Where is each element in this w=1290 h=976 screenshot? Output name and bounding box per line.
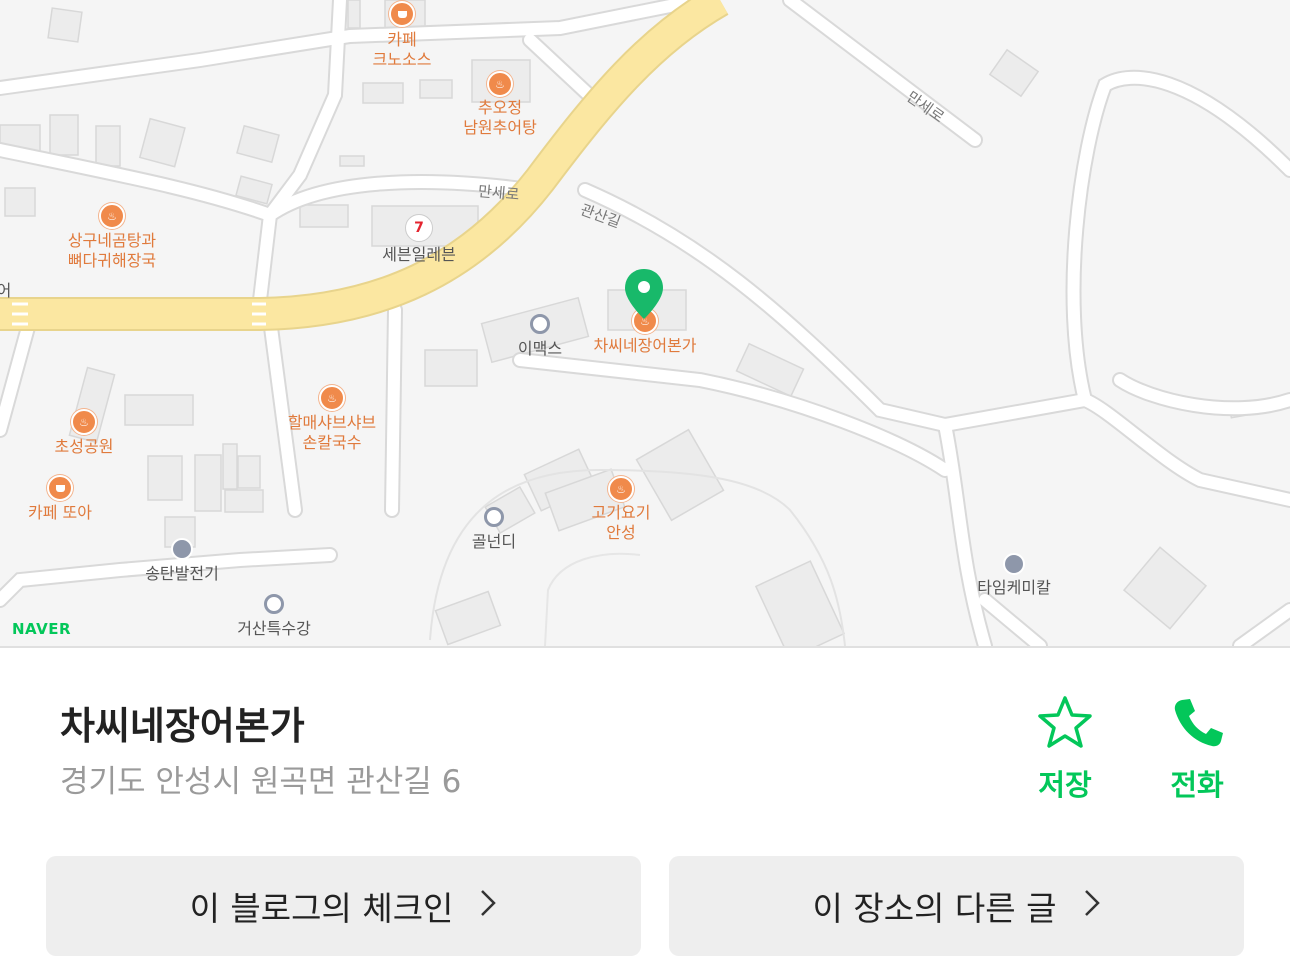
chevron-right-icon — [1083, 887, 1101, 926]
poi-label[interactable]: 초성공원 — [55, 437, 114, 457]
place-icon[interactable] — [484, 507, 504, 527]
road-label-manse-2: 만세로 — [477, 182, 521, 204]
star-icon — [1038, 696, 1092, 748]
other-posts-label: 이 장소의 다른 글 — [812, 889, 1057, 928]
place-icon[interactable] — [530, 314, 550, 334]
poi-label[interactable]: 고기요기 안성 — [592, 503, 651, 543]
blog-checkin-label: 이 블로그의 체크인 — [189, 889, 454, 928]
poi-label[interactable]: 거산특수강 — [237, 619, 311, 639]
convenience-store-icon[interactable]: 7 — [405, 214, 433, 242]
poi-label[interactable]: 상구네곰탕과 뼈다귀해장국 — [68, 231, 156, 271]
poi-label[interactable]: 송탄발전기 — [145, 564, 219, 584]
restaurant-icon[interactable]: ♨ — [71, 409, 97, 435]
save-label: 저장 — [1038, 768, 1092, 802]
poi-label[interactable]: 이맥스 — [518, 339, 562, 359]
cafe-icon[interactable] — [47, 475, 73, 501]
call-button[interactable]: 전화 — [1142, 694, 1252, 804]
chevron-right-icon — [479, 887, 497, 926]
place-title: 차씨네장어본가 — [60, 704, 305, 748]
save-button[interactable]: 저장 — [1010, 694, 1120, 804]
poi-label[interactable]: 카페 크노소스 — [373, 30, 432, 70]
restaurant-icon[interactable]: ♨ — [487, 71, 513, 97]
poi-label[interactable]: 추오정 남원추어탕 — [463, 98, 537, 138]
restaurant-icon[interactable]: ♨ — [99, 203, 125, 229]
poi-label[interactable]: 할매샤브샤브 손칼국수 — [288, 413, 376, 453]
place-address: 경기도 안성시 원곡면 관산길 6 — [60, 764, 462, 800]
poi-label[interactable]: 세븐일레븐 — [382, 245, 456, 265]
restaurant-icon[interactable]: ♨ — [319, 385, 345, 411]
blog-checkin-button[interactable]: 이 블로그의 체크인 — [46, 856, 641, 956]
other-posts-button[interactable]: 이 장소의 다른 글 — [669, 856, 1244, 956]
poi-label-selected[interactable]: 차씨네장어본가 — [593, 336, 696, 356]
poi-label-partial: 어 — [0, 281, 12, 300]
call-label: 전화 — [1170, 768, 1224, 802]
poi-label[interactable]: 골넌디 — [472, 532, 516, 552]
poi-label[interactable]: 타임케미칼 — [977, 578, 1051, 598]
naver-logo: NAVER — [12, 620, 72, 638]
map-view[interactable]: 만세로 만세로 관산길 카페 크노소스 ♨ 추오정 남원추어탕 7 세븐일레븐 … — [0, 0, 1290, 646]
building-icon[interactable] — [1003, 553, 1025, 575]
poi-label[interactable]: 카페 또아 — [28, 503, 92, 523]
location-pin-icon[interactable] — [624, 268, 664, 324]
restaurant-icon[interactable]: ♨ — [608, 476, 634, 502]
phone-icon — [1174, 699, 1223, 747]
place-icon[interactable] — [264, 594, 284, 614]
divider — [0, 646, 1290, 648]
building-icon[interactable] — [171, 538, 193, 560]
cafe-icon[interactable] — [389, 1, 415, 27]
